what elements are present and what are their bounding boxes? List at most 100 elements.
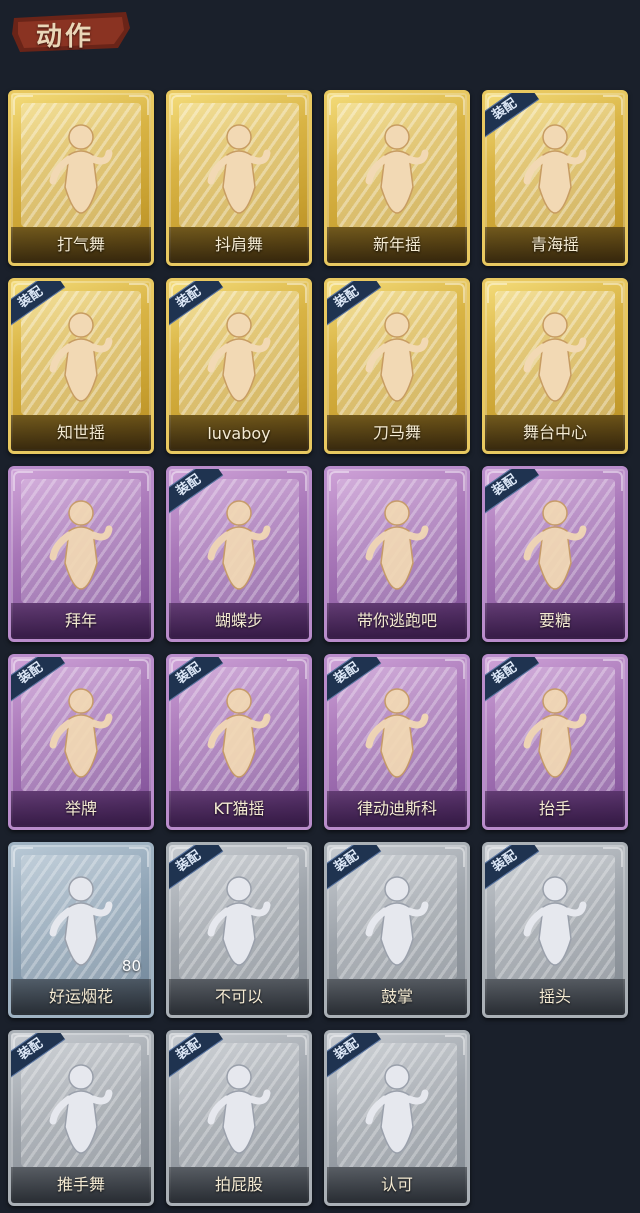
emote-name: 拍屁股	[214, 1175, 263, 1194]
card-corner-ornament	[329, 95, 349, 115]
card-corner-ornament	[445, 471, 465, 491]
card-corner-ornament	[129, 471, 149, 491]
emote-name: 抬手	[538, 799, 571, 818]
emote-card-8[interactable]: 拜年	[8, 466, 154, 642]
card-corner-ornament	[445, 1035, 465, 1055]
card-corner-ornament	[603, 283, 623, 303]
emote-card-20[interactable]: 推手舞 装配	[8, 1030, 154, 1206]
card-corner-ornament	[171, 95, 191, 115]
hold-sign-figure-icon	[41, 681, 121, 781]
emote-name: 举牌	[64, 799, 97, 818]
emote-name: 认可	[380, 1175, 413, 1194]
card-corner-ornament	[287, 659, 307, 679]
card-corner-ornament	[287, 1035, 307, 1055]
emote-card-4[interactable]: 知世摇 装配	[8, 278, 154, 454]
card-corner-ornament	[287, 471, 307, 491]
new-year-greeting-figure-icon	[41, 493, 121, 593]
card-corner-ornament	[603, 95, 623, 115]
emote-name: luvaboy	[207, 424, 271, 443]
emote-card-11[interactable]: 要糖 装配	[482, 466, 628, 642]
emote-name: 拜年	[64, 611, 97, 630]
card-corner-ornament	[13, 471, 33, 491]
emote-card-1[interactable]: 抖肩舞	[166, 90, 312, 266]
emote-grid: 打气舞 抖肩舞 新年摇 青海摇 装配 知世摇 装配 luvaboy 装配 刀马舞…	[8, 90, 636, 1206]
luvaboy-figure-icon	[199, 305, 279, 405]
kt-cat-sway-figure-icon	[199, 681, 279, 781]
card-corner-ornament	[287, 847, 307, 867]
emote-card-18[interactable]: 鼓掌 装配	[324, 842, 470, 1018]
card-corner-ornament	[129, 659, 149, 679]
emote-card-19[interactable]: 摇头 装配	[482, 842, 628, 1018]
item-count: 80	[121, 957, 141, 975]
section-header: 动作	[10, 8, 134, 54]
new-year-sway-figure-icon	[357, 117, 437, 217]
emote-card-22[interactable]: 认可 装配	[324, 1030, 470, 1206]
emote-name: 蝴蝶步	[214, 611, 263, 630]
emote-card-0[interactable]: 打气舞	[8, 90, 154, 266]
card-corner-ornament	[13, 95, 33, 115]
emote-card-17[interactable]: 不可以 装配	[166, 842, 312, 1018]
emote-card-12[interactable]: 举牌 装配	[8, 654, 154, 830]
card-corner-ornament	[13, 847, 33, 867]
clap-hands-icon	[357, 869, 437, 969]
card-corner-ornament	[329, 471, 349, 491]
emote-name: 抖肩舞	[214, 235, 263, 254]
cheer-dance-figure-icon	[41, 117, 121, 217]
emote-name: 青海摇	[530, 235, 579, 254]
emote-name: 鼓掌	[380, 987, 413, 1006]
card-corner-ornament	[445, 283, 465, 303]
card-corner-ornament	[603, 659, 623, 679]
qinghai-sway-figure-icon	[515, 117, 595, 217]
emote-name: 摇头	[538, 987, 571, 1006]
emote-name: 不可以	[214, 987, 263, 1006]
page-title: 动作	[36, 22, 95, 52]
emote-card-13[interactable]: KT猫摇 装配	[166, 654, 312, 830]
card-corner-ornament	[603, 471, 623, 491]
ask-candy-figure-icon	[515, 493, 595, 593]
emote-card-9[interactable]: 蝴蝶步 装配	[166, 466, 312, 642]
emote-card-14[interactable]: 律动迪斯科 装配	[324, 654, 470, 830]
thumbs-up-icon	[357, 1057, 437, 1157]
card-corner-ornament	[445, 847, 465, 867]
card-corner-ornament	[129, 283, 149, 303]
shoulder-shake-figure-icon	[199, 117, 279, 217]
firework-can-icon	[41, 869, 121, 969]
slap-butt-figure-icon	[199, 1057, 279, 1157]
emote-name: 推手舞	[56, 1175, 105, 1194]
card-corner-ornament	[129, 847, 149, 867]
run-away-figure-icon	[357, 493, 437, 593]
emote-name: KT猫摇	[213, 799, 265, 818]
emote-name: 打气舞	[56, 235, 105, 254]
disco-figure-icon	[357, 681, 437, 781]
emote-card-21[interactable]: 拍屁股 装配	[166, 1030, 312, 1206]
emote-card-3[interactable]: 青海摇 装配	[482, 90, 628, 266]
emote-name: 律动迪斯科	[356, 799, 437, 818]
emote-name: 知世摇	[56, 423, 105, 442]
emote-card-10[interactable]: 带你逃跑吧	[324, 466, 470, 642]
raise-hand-figure-icon	[515, 681, 595, 781]
horse-dance-figure-icon	[357, 305, 437, 405]
card-corner-ornament	[603, 847, 623, 867]
emote-card-16[interactable]: 好运烟花 80	[8, 842, 154, 1018]
card-corner-ornament	[445, 95, 465, 115]
card-corner-ornament	[445, 659, 465, 679]
emote-card-2[interactable]: 新年摇	[324, 90, 470, 266]
emote-name: 要糖	[538, 611, 571, 630]
stage-center-figure-icon	[515, 305, 595, 405]
emote-name: 刀马舞	[372, 423, 421, 442]
card-corner-ornament	[129, 95, 149, 115]
card-corner-ornament	[287, 95, 307, 115]
card-corner-ornament	[287, 283, 307, 303]
butterfly-step-figure-icon	[199, 493, 279, 593]
emote-name: 舞台中心	[522, 423, 587, 442]
emote-card-6[interactable]: 刀马舞 装配	[324, 278, 470, 454]
emote-card-15[interactable]: 抬手 装配	[482, 654, 628, 830]
zhishi-sway-figure-icon	[41, 305, 121, 405]
emote-card-7[interactable]: 舞台中心	[482, 278, 628, 454]
card-corner-ornament	[129, 1035, 149, 1055]
emote-name: 好运烟花	[48, 987, 113, 1006]
card-corner-ornament	[487, 283, 507, 303]
emote-card-5[interactable]: luvaboy 装配	[166, 278, 312, 454]
push-hand-dance-figure-icon	[41, 1057, 121, 1157]
head-shake-figure-icon	[515, 869, 595, 969]
